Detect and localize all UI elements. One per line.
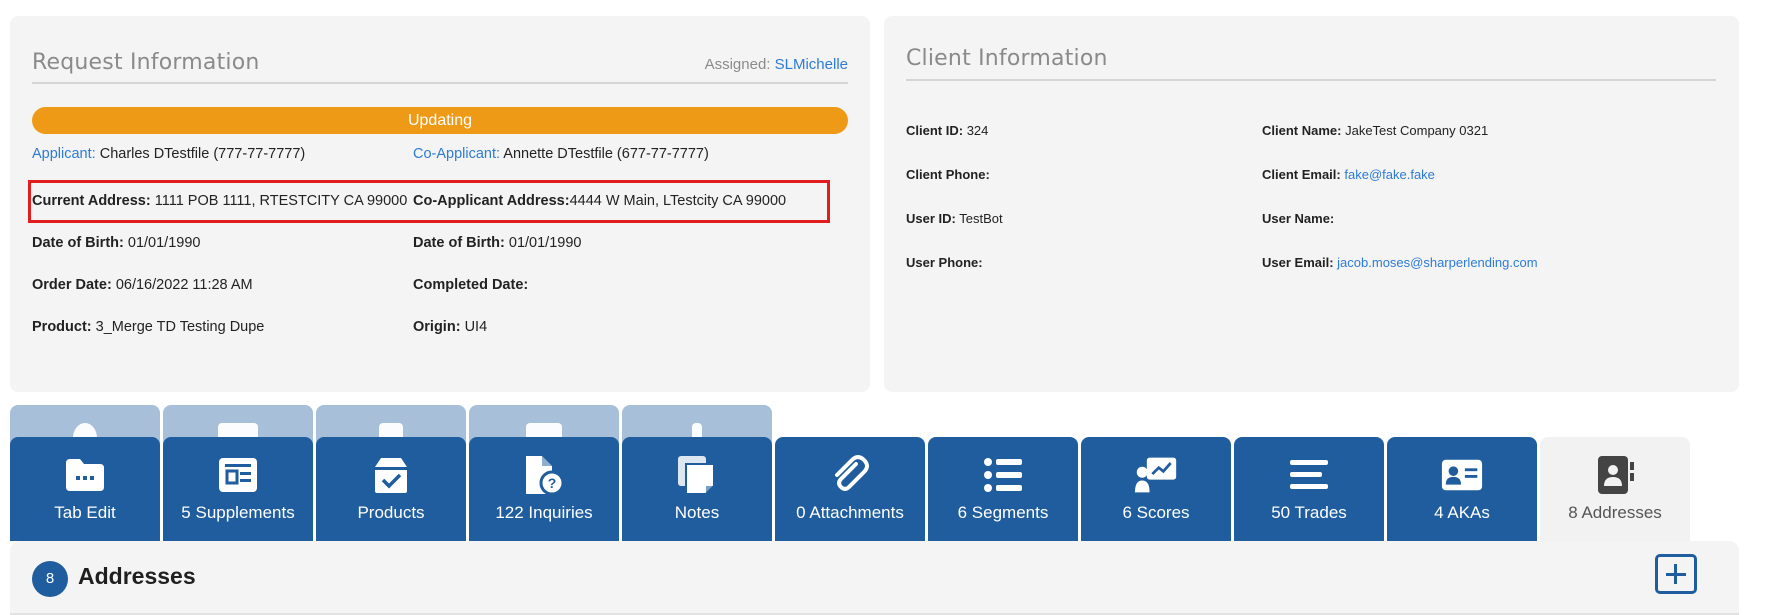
completed-date-field: Completed Date:: [413, 277, 528, 293]
title-divider: [32, 82, 848, 84]
file-question-icon: ?: [522, 454, 566, 496]
status-bar: Updating: [32, 107, 848, 134]
origin-field: Origin: UI4: [413, 319, 487, 335]
address-book-icon: [1593, 454, 1637, 496]
user-id-label: User ID:: [906, 211, 956, 226]
client-phone-label: Client Phone:: [906, 167, 990, 182]
product-field: Product: 3_Merge TD Testing Dupe: [32, 319, 264, 335]
presentation-chart-icon: [1134, 454, 1178, 496]
client-phone-field: Client Phone:: [906, 167, 990, 182]
tab-label: Products: [357, 503, 425, 522]
tab-notes[interactable]: Notes: [622, 437, 772, 541]
user-email-field: User Email: jacob.moses@sharperlending.c…: [1262, 255, 1538, 270]
tab-label: 6 Segments: [957, 503, 1049, 522]
tab-segments[interactable]: 6 Segments: [928, 437, 1078, 541]
tab-edit[interactable]: Tab Edit: [10, 437, 160, 541]
addresses-count-badge: 8: [32, 561, 68, 597]
coapplicant-address-field: Co-Applicant Address:4444 W Main, LTestc…: [413, 193, 786, 209]
user-email-label: User Email:: [1262, 255, 1334, 270]
assigned-user-link[interactable]: SLMichelle: [775, 56, 848, 73]
addresses-title: Addresses: [78, 563, 196, 589]
user-email-link[interactable]: jacob.moses@sharperlending.com: [1337, 255, 1537, 270]
client-id-label: Client ID:: [906, 123, 964, 138]
assigned-label: Assigned:: [704, 56, 771, 73]
list-icon: [981, 454, 1025, 496]
add-address-button[interactable]: [1655, 554, 1697, 594]
user-id-field: User ID: TestBot: [906, 211, 1003, 226]
notes-icon: [675, 454, 719, 496]
tab-label: Notes: [674, 503, 720, 522]
user-name-field: User Name:: [1262, 211, 1334, 226]
tab-label: 6 Scores: [1122, 503, 1190, 522]
svg-text:?: ?: [548, 475, 557, 491]
page: Request Information Assigned: SLMichelle…: [0, 0, 1767, 615]
client-email-link[interactable]: fake@fake.fake: [1344, 167, 1435, 182]
current-address-value: 1111 POB 1111, RTESTCITY CA 99000: [154, 193, 408, 209]
request-information-title: Request Information: [32, 50, 260, 75]
title-divider: [906, 79, 1716, 81]
client-name-value: JakeTest Company 0321: [1345, 123, 1489, 138]
folder-icon: [63, 454, 107, 496]
user-phone-label: User Phone:: [906, 255, 983, 270]
tab-label: 50 Trades: [1271, 503, 1347, 522]
tab-akas[interactable]: 4 AKAs: [1387, 437, 1537, 541]
dob-value: 01/01/1990: [127, 235, 201, 251]
co-dob-field: Date of Birth: 01/01/1990: [413, 235, 581, 251]
tab-scores[interactable]: 6 Scores: [1081, 437, 1231, 541]
tab-label: 122 Inquiries: [495, 503, 593, 522]
coapplicant-field: Co-Applicant: Annette DTestfile (677-77-…: [413, 146, 709, 162]
user-name-label: User Name:: [1262, 211, 1335, 226]
client-email-field: Client Email: fake@fake.fake: [1262, 167, 1435, 182]
tab-label: 5 Supplements: [181, 503, 295, 522]
user-id-value: TestBot: [959, 211, 1003, 226]
tab-supplements[interactable]: 5 Supplements: [163, 437, 313, 541]
client-email-label: Client Email:: [1262, 167, 1341, 182]
coapplicant-address-value: 4444 W Main, LTestcity CA 99000: [569, 193, 787, 209]
client-information-title: Client Information: [906, 46, 1108, 71]
current-address-field: Current Address: 1111 POB 1111, RTESTCIT…: [32, 193, 407, 209]
applicant-value: Charles DTestfile (777-77-7777): [99, 146, 306, 162]
co-dob-value: 01/01/1990: [508, 235, 582, 251]
client-id-field: Client ID: 324: [906, 123, 988, 138]
coapplicant-link[interactable]: Co-Applicant:: [413, 146, 500, 162]
supplements-icon: [216, 454, 260, 496]
client-name-label: Client Name:: [1262, 123, 1342, 138]
co-dob-label: Date of Birth:: [413, 235, 505, 251]
client-name-field: Client Name: JakeTest Company 0321: [1262, 123, 1488, 138]
dob-label: Date of Birth:: [32, 235, 124, 251]
tab-label: Tab Edit: [54, 503, 116, 522]
lines-icon: [1287, 454, 1331, 496]
current-address-label: Current Address:: [32, 193, 151, 209]
box-check-icon: [369, 454, 413, 496]
completed-date-label: Completed Date:: [413, 277, 529, 293]
tab-products[interactable]: Products: [316, 437, 466, 541]
order-date-value: 06/16/2022 11:28 AM: [115, 277, 253, 293]
tab-label: 0 Attachments: [796, 503, 904, 522]
applicant-link[interactable]: Applicant:: [32, 146, 96, 162]
addresses-section: 8 Addresses: [10, 541, 1739, 615]
coapplicant-address-label: Co-Applicant Address:: [413, 193, 570, 209]
order-date-field: Order Date: 06/16/2022 11:28 AM: [32, 277, 253, 293]
paperclip-icon: [828, 454, 872, 496]
id-card-icon: [1440, 454, 1484, 496]
product-value: 3_Merge TD Testing Dupe: [95, 319, 265, 335]
dob-field: Date of Birth: 01/01/1990: [32, 235, 200, 251]
origin-value: UI4: [464, 319, 488, 335]
applicant-field: Applicant: Charles DTestfile (777-77-777…: [32, 146, 305, 162]
coapplicant-value: Annette DTestfile (677-77-7777): [503, 146, 709, 162]
origin-label: Origin:: [413, 319, 461, 335]
client-id-value: 324: [966, 123, 989, 138]
user-phone-field: User Phone:: [906, 255, 983, 270]
tab-label: 4 AKAs: [1434, 503, 1490, 522]
order-date-label: Order Date:: [32, 277, 112, 293]
product-label: Product:: [32, 319, 92, 335]
tab-inquiries[interactable]: ? 122 Inquiries: [469, 437, 619, 541]
tab-attachments[interactable]: 0 Attachments: [775, 437, 925, 541]
tab-label: 8 Addresses: [1568, 503, 1662, 522]
client-information-panel: Client Information Client ID: 324 Client…: [884, 16, 1739, 392]
request-information-panel: Request Information Assigned: SLMichelle…: [10, 16, 870, 392]
tab-trades[interactable]: 50 Trades: [1234, 437, 1384, 541]
assigned-field: Assigned: SLMichelle: [705, 56, 848, 73]
tab-addresses[interactable]: 8 Addresses: [1540, 437, 1690, 541]
